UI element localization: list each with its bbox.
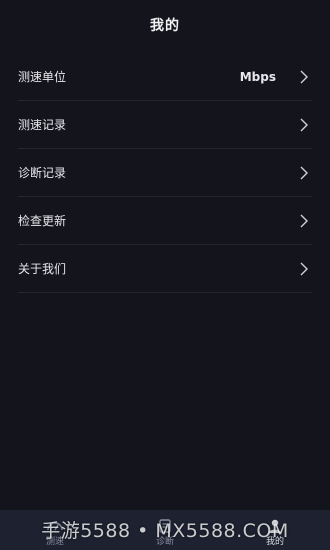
diagnose-icon (156, 517, 174, 535)
menu-item-about-us[interactable]: 关于我们 (18, 245, 312, 293)
settings-menu: 测速单位 Mbps 测速记录 诊断记录 检查更新 关于我们 (18, 53, 312, 293)
chevron-right-icon (298, 214, 310, 228)
menu-item-check-update[interactable]: 检查更新 (18, 197, 312, 245)
menu-item-label: 测速记录 (18, 118, 67, 132)
tab-profile[interactable]: 我的 (220, 510, 330, 550)
my-page-screen: 我的 测速单位 Mbps 测速记录 诊断记录 检查更新 关于我们 测速 诊断 我… (0, 0, 330, 550)
chevron-right-icon (298, 166, 310, 180)
menu-item-label: 关于我们 (18, 262, 67, 276)
tab-label: 测速 (45, 537, 64, 547)
menu-item-diagnose-records[interactable]: 诊断记录 (18, 149, 312, 197)
menu-item-label: 测速单位 (18, 70, 67, 84)
menu-item-label: 检查更新 (18, 214, 67, 228)
menu-item-speed-records[interactable]: 测速记录 (18, 101, 312, 149)
chevron-right-icon (298, 70, 310, 84)
tab-diagnose[interactable]: 诊断 (110, 510, 220, 550)
menu-item-label: 诊断记录 (18, 166, 67, 180)
header: 我的 (0, 0, 330, 50)
chevron-right-icon (298, 262, 310, 276)
bottom-tab-bar: 测速 诊断 我的 (0, 510, 330, 550)
speed-test-icon (46, 517, 64, 535)
tab-speed-test[interactable]: 测速 (0, 510, 110, 550)
chevron-right-icon (298, 118, 310, 132)
speed-unit-value: Mbps (239, 69, 276, 84)
page-title: 我的 (150, 18, 180, 34)
tab-label: 诊断 (155, 537, 174, 547)
tab-label: 我的 (265, 537, 284, 547)
profile-icon (266, 517, 284, 535)
menu-item-speed-unit[interactable]: 测速单位 Mbps (18, 53, 312, 101)
